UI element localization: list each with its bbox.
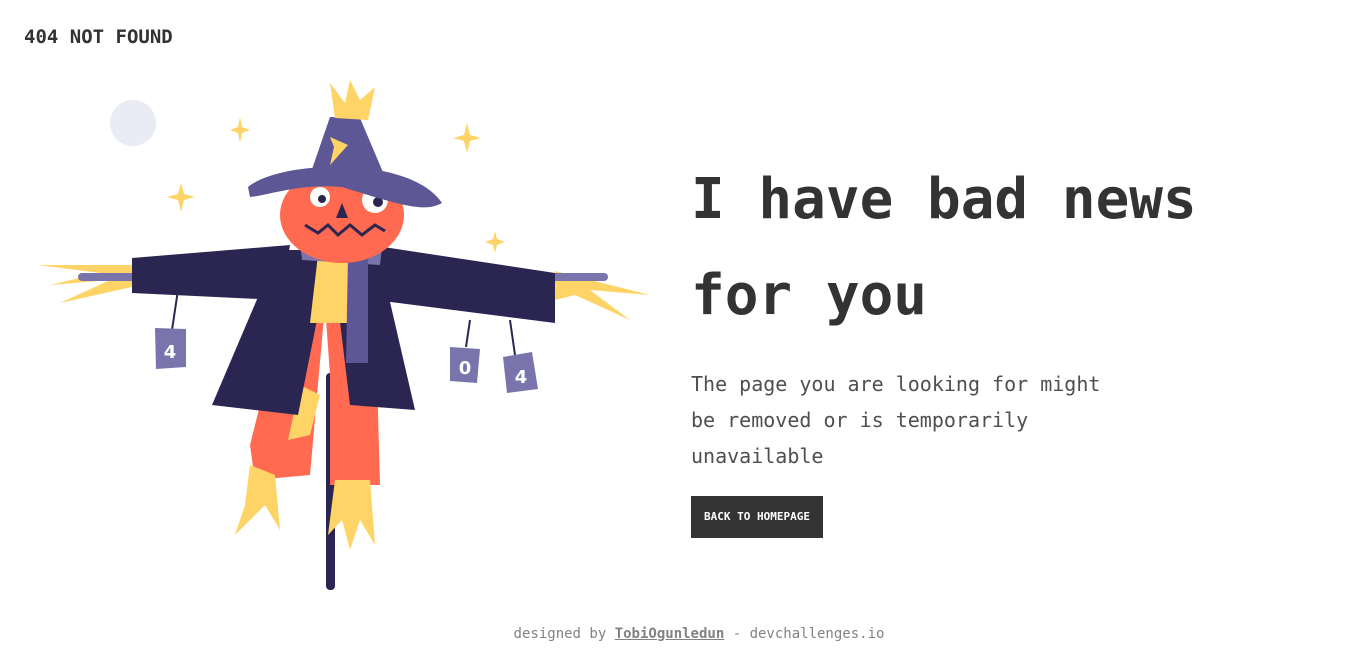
can-string xyxy=(509,319,516,356)
can-label: 0 xyxy=(459,358,472,379)
sparkle-icon xyxy=(453,123,481,153)
can-string xyxy=(465,319,471,348)
scarecrow-illustration: 4 0 4 xyxy=(38,80,650,590)
footer-prefix: designed by xyxy=(513,626,607,642)
headline: I have bad news for you xyxy=(691,167,1197,328)
can-icon: 4 xyxy=(155,328,186,369)
back-to-homepage-button[interactable]: BACK TO HOMEPAGE xyxy=(691,496,823,538)
can-label: 4 xyxy=(515,367,528,388)
arm-bar xyxy=(550,273,608,281)
sparkle-icon xyxy=(167,183,195,212)
coat-left-sleeve xyxy=(132,245,290,300)
can-string xyxy=(171,289,179,331)
brand-logo[interactable]: 404 NOT FOUND xyxy=(24,26,173,48)
can-icon: 0 xyxy=(450,347,480,383)
scarf xyxy=(346,255,368,363)
footer-site: devchallenges.io xyxy=(749,626,885,642)
author-link[interactable]: TobiOgunledun xyxy=(615,626,725,642)
page: 404 NOT FOUND 4 0 4 I have bad news for … xyxy=(0,0,1366,663)
eye-pupil xyxy=(318,195,326,203)
leg-straw xyxy=(328,480,375,550)
can-label: 4 xyxy=(164,342,177,363)
message: The page you are looking for might be re… xyxy=(691,372,1101,468)
main-content: I have bad news for you The page you are… xyxy=(691,152,1291,538)
leg-straw xyxy=(235,465,280,535)
left-straw xyxy=(38,265,132,303)
sparkle-icon xyxy=(485,231,505,253)
hat-straw xyxy=(330,80,375,120)
footer-separator: - xyxy=(724,626,750,642)
hat-top xyxy=(310,117,385,177)
can-icon: 4 xyxy=(503,352,538,393)
coat-right-sleeve xyxy=(370,245,555,323)
sparkle-icon xyxy=(230,117,250,143)
footer: designed by TobiOgunledun - devchallenge… xyxy=(0,626,1366,642)
moon-icon xyxy=(110,100,156,146)
